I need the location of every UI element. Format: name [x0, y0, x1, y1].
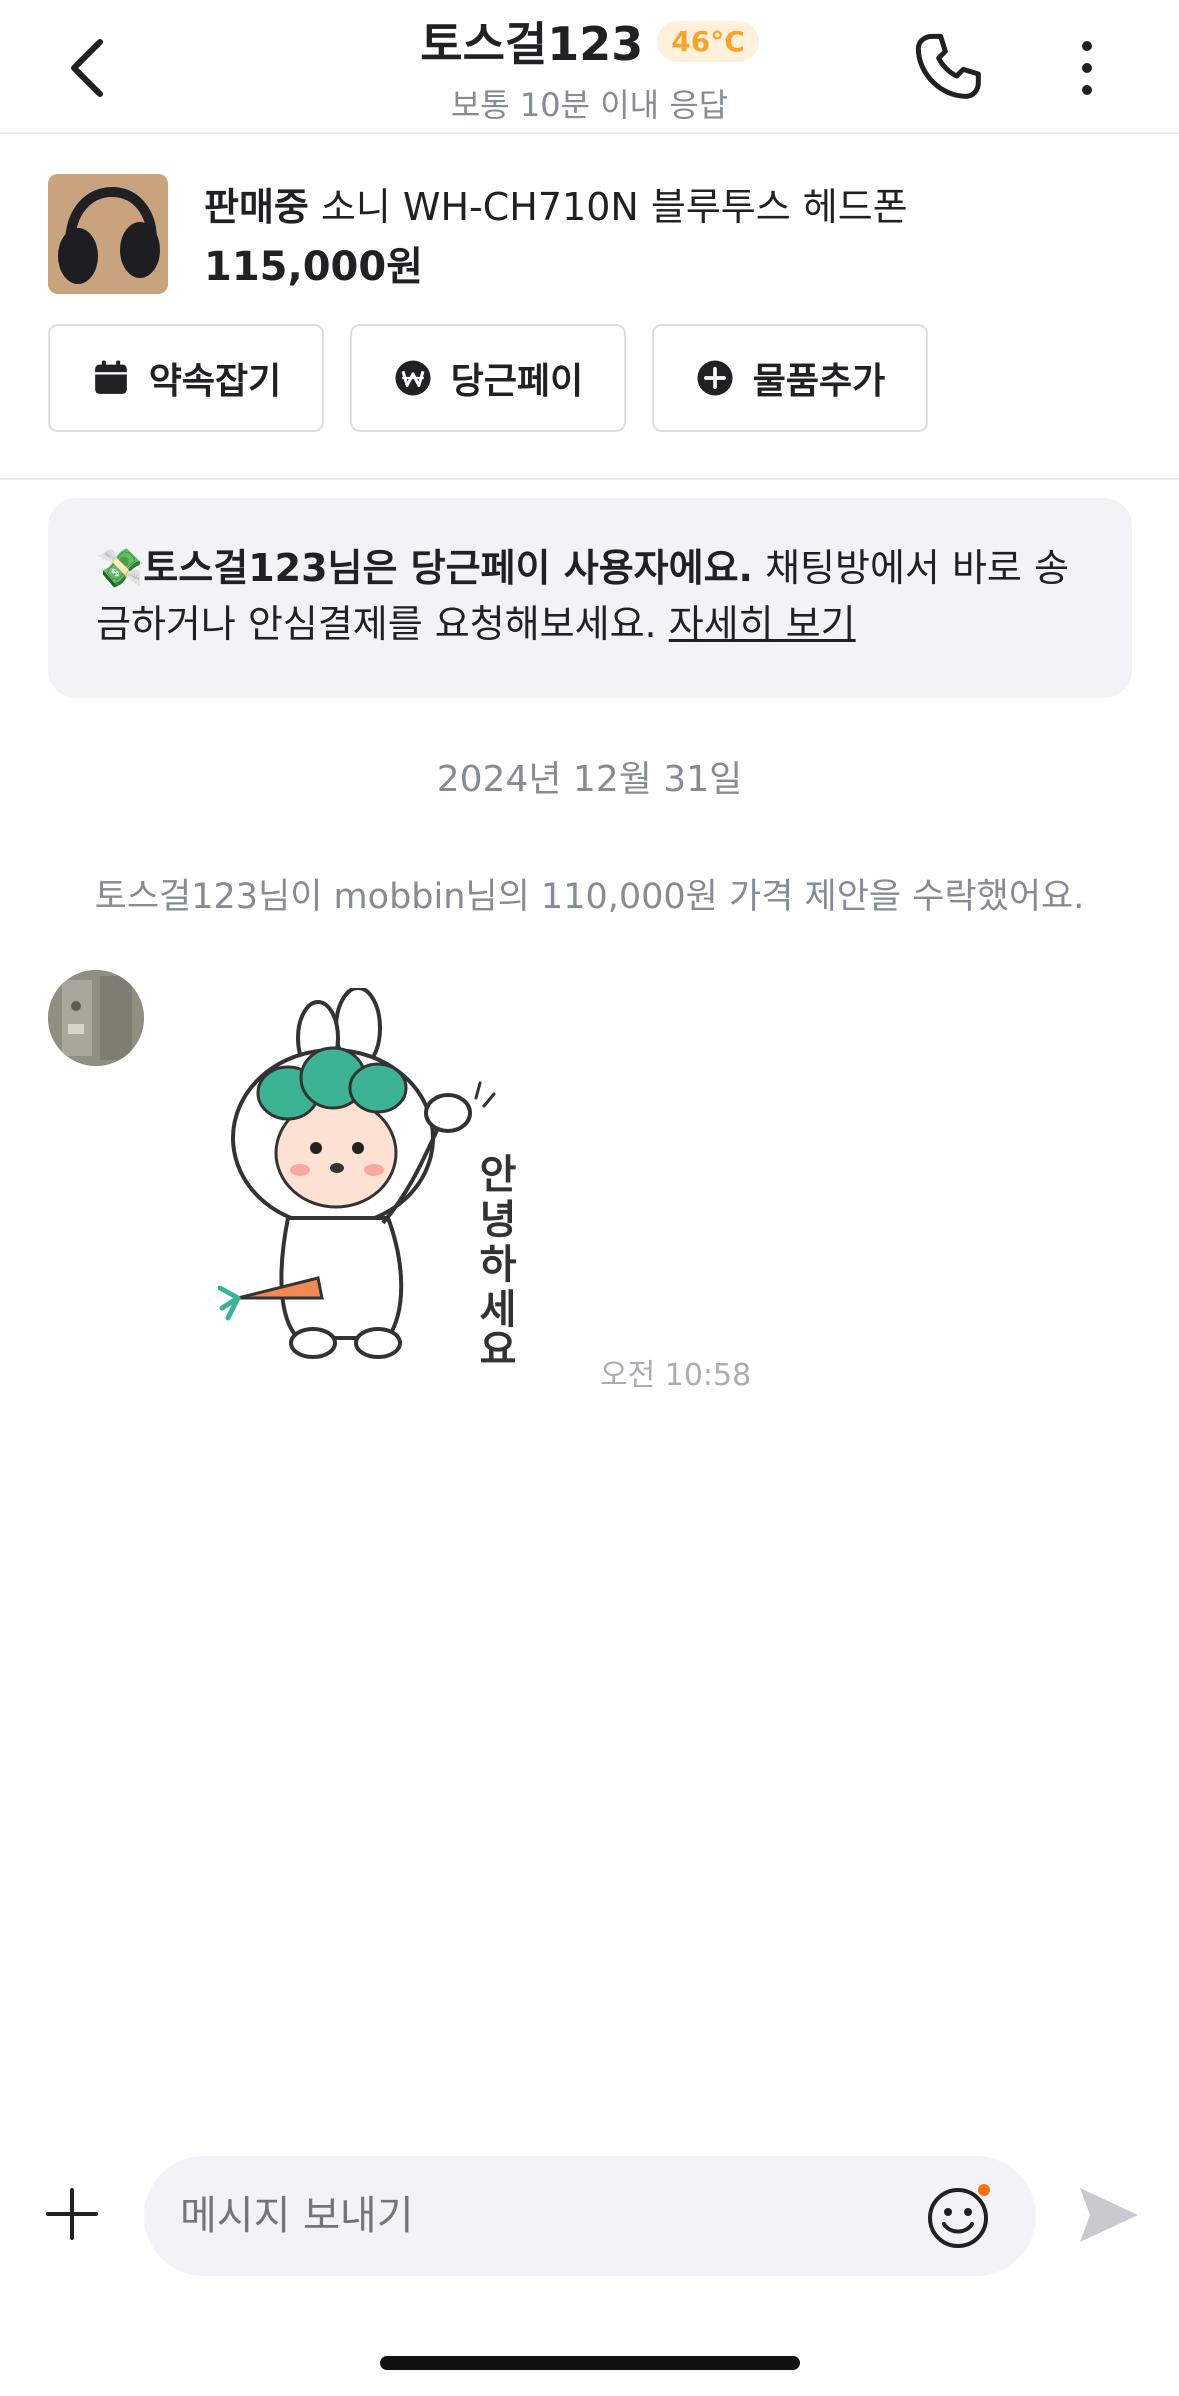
svg-text:요: 요 [480, 1327, 517, 1368]
product-status: 판매중 [204, 185, 309, 229]
karrot-pay-label: 당근페이 [450, 361, 584, 402]
send-button[interactable] [1076, 2182, 1142, 2248]
message-timestamp: 오전 10:58 [600, 1358, 752, 1393]
system-message: 토스걸123님이 mobbin님의 110,000원 가격 제안을 수락했어요. [94, 877, 1085, 917]
action-buttons: 약속잡기 당근페이 물품추가 [48, 324, 928, 432]
banner-bold-text: 토스걸123님은 당근페이 사용자에요. [143, 546, 753, 590]
date-divider: 2024년 12월 31일 [436, 759, 743, 800]
message-input[interactable] [180, 2156, 880, 2276]
add-item-label: 물품추가 [752, 361, 886, 402]
chat-header: 토스걸123 46°C 보통 10분 이내 응답 [0, 0, 1179, 134]
calendar-icon [94, 360, 127, 394]
plus-circle-icon [697, 360, 733, 396]
product-name: 소니 WH-CH710N 블루투스 헤드폰 [320, 185, 908, 229]
message-input-container [144, 2156, 1036, 2276]
schedule-button[interactable]: 약속잡기 [48, 324, 324, 432]
bunny-sticker-image: 안 녕 하 세 요 [217, 986, 517, 1373]
greeting-sticker[interactable]: 안 녕 하 세 요 [217, 986, 538, 1373]
karrot-pay-banner: 💸토스걸123님은 당근페이 사용자에요. 채팅방에서 바로 송금하거나 안심결… [48, 498, 1132, 698]
svg-text:하: 하 [480, 1242, 517, 1288]
smiley-icon [928, 2182, 992, 2248]
attach-button[interactable] [40, 2182, 104, 2246]
svg-text:녕: 녕 [480, 1197, 517, 1243]
money-emoji-icon: 💸 [96, 546, 144, 590]
product-title-line[interactable]: 판매중 소니 WH-CH710N 블루투스 헤드폰 [204, 176, 908, 231]
send-icon [1080, 2188, 1138, 2242]
title-area: 토스걸123 46°C 보통 10분 이내 응답 [0, 8, 1179, 126]
svg-text:안: 안 [480, 1152, 517, 1198]
profile-photo [48, 970, 144, 1066]
add-item-button[interactable]: 물품추가 [652, 324, 928, 432]
plus-icon [46, 2188, 98, 2240]
avatar[interactable] [48, 970, 144, 1066]
product-price: 115,000원 [204, 244, 423, 290]
call-button[interactable] [910, 28, 990, 108]
chat-title: 토스걸123 [420, 17, 644, 71]
phone-icon [915, 33, 981, 99]
manner-temperature-badge: 46°C [657, 20, 759, 62]
headphones-image [48, 174, 168, 294]
more-options-button[interactable] [1062, 30, 1112, 106]
home-indicator [380, 2356, 800, 2370]
product-info: 판매중 소니 WH-CH710N 블루투스 헤드폰 115,000원 약속잡기 당… [0, 134, 1179, 480]
won-coin-icon [395, 360, 431, 396]
response-time-subtitle: 보통 10분 이내 응답 [450, 86, 729, 124]
karrot-pay-button[interactable]: 당근페이 [350, 324, 626, 432]
banner-more-link[interactable]: 자세히 보기 [669, 602, 856, 646]
more-vertical-icon [1082, 41, 1092, 95]
product-thumbnail[interactable] [48, 174, 168, 294]
emoji-button[interactable] [924, 2180, 996, 2252]
schedule-label: 약속잡기 [148, 361, 282, 402]
